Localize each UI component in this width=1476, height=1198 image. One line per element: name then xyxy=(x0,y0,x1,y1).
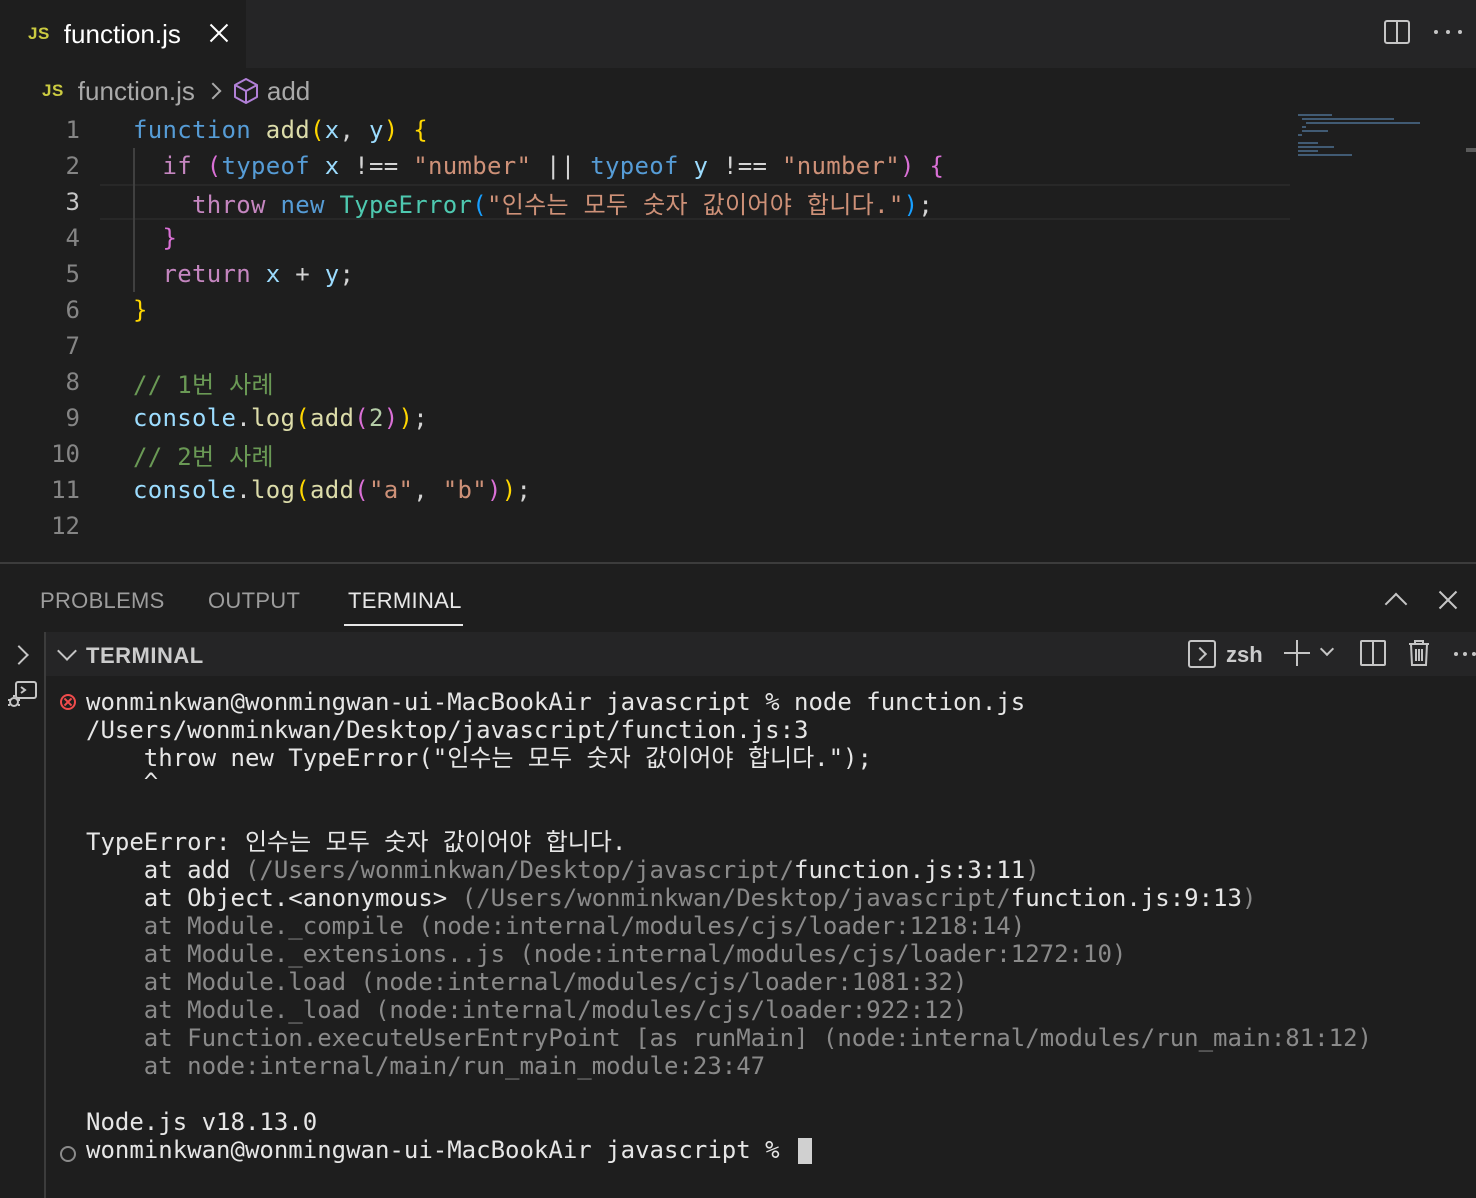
js-file-icon: JS xyxy=(42,81,64,100)
stack-frame: at Object.<anonymous> (/Users/wonminkwan… xyxy=(86,884,1257,912)
terminal-line: wonminkwan@wonmingwan-ui-MacBookAir java… xyxy=(86,688,1026,716)
more-icon[interactable] xyxy=(1454,652,1476,656)
terminal-cursor xyxy=(798,1138,813,1164)
bottom-panel: PROBLEMS OUTPUT TERMINAL TERMINAL zsh wo… xyxy=(0,562,1476,1198)
line-number: 2 xyxy=(65,152,80,180)
tab-output[interactable]: OUTPUT xyxy=(208,588,300,614)
code-text: if (typeof x !== "number" || typeof y !=… xyxy=(162,152,945,180)
code-comment: // 2번 사례 xyxy=(133,442,274,471)
chevron-right-icon[interactable] xyxy=(9,645,29,665)
line-number: 6 xyxy=(65,296,80,324)
tab-function-js[interactable]: JS function.js xyxy=(0,0,246,68)
stack-frame: at Module._extensions..js (node:internal… xyxy=(86,940,1127,968)
error-icon xyxy=(60,694,76,710)
line-number: 1 xyxy=(65,116,80,144)
code-line[interactable]: 7 xyxy=(0,328,1290,364)
code-line[interactable]: 9 console.log(add(2)); xyxy=(0,400,1290,436)
code-line-active[interactable]: 3 throw new TypeError("인수는 모두 숫자 값이어야 합니… xyxy=(0,184,1290,220)
trash-icon[interactable] xyxy=(1406,638,1432,668)
line-number: 7 xyxy=(65,332,80,360)
code-line[interactable]: 4 } xyxy=(0,220,1290,256)
line-number: 10 xyxy=(51,440,80,468)
line-number: 11 xyxy=(51,476,80,504)
code-line[interactable]: 8 // 1번 사례 xyxy=(0,364,1290,400)
breadcrumb-symbol[interactable]: add xyxy=(267,76,310,107)
terminal-header: TERMINAL zsh xyxy=(46,632,1476,676)
code-text: } xyxy=(162,224,178,252)
chevron-down-icon[interactable] xyxy=(57,641,77,661)
debug-console-icon[interactable] xyxy=(6,678,38,710)
code-line[interactable]: 6 } xyxy=(0,292,1290,328)
code-line[interactable]: 2 if (typeof x !== "number" || typeof y … xyxy=(0,148,1290,184)
code-line[interactable]: 5 return x + y; xyxy=(0,256,1290,292)
terminal-prompt[interactable]: wonminkwan@wonmingwan-ui-MacBookAir java… xyxy=(86,1136,813,1164)
code-text: console.log(add(2)); xyxy=(133,404,428,432)
terminal-line: TypeError: 인수는 모두 숫자 값이어야 합니다. xyxy=(86,828,627,856)
terminal-output[interactable]: wonminkwan@wonmingwan-ui-MacBookAir java… xyxy=(46,688,1476,1198)
plus-icon[interactable] xyxy=(1284,640,1310,666)
code-text: function add(x, y) { xyxy=(133,116,428,144)
shell-name[interactable]: zsh xyxy=(1226,642,1263,668)
terminal-title: TERMINAL xyxy=(86,643,204,668)
close-icon[interactable] xyxy=(1436,588,1460,612)
split-editor-icon[interactable] xyxy=(1384,20,1410,44)
split-terminal-icon[interactable] xyxy=(1360,640,1386,666)
chevron-up-icon[interactable] xyxy=(1384,592,1408,616)
code-text: return x + y; xyxy=(162,260,355,288)
editor-tab-bar: JS function.js xyxy=(0,0,1476,68)
status-circle-icon xyxy=(60,1146,76,1162)
minimap[interactable] xyxy=(1298,112,1438,172)
line-number: 5 xyxy=(65,260,80,288)
active-tab-indicator xyxy=(344,624,463,626)
line-number: 8 xyxy=(65,368,80,396)
terminal-line: /Users/wonminkwan/Desktop/javascript/fun… xyxy=(86,716,809,744)
code-text: throw new TypeError("인수는 모두 숫자 값이어야 합니다.… xyxy=(192,190,934,219)
code-line[interactable]: 12 xyxy=(0,508,1290,544)
stack-frame: at Module.load (node:internal/modules/cj… xyxy=(86,968,968,996)
symbol-method-icon xyxy=(233,78,258,104)
code-text: console.log(add("a", "b")); xyxy=(133,476,532,504)
code-comment: // 1번 사례 xyxy=(133,370,274,399)
breadcrumb: JS function.js add xyxy=(0,68,1476,114)
scrollbar-marker xyxy=(1466,148,1476,152)
js-file-icon: JS xyxy=(28,24,50,43)
stack-frame: at add (/Users/wonminkwan/Desktop/javasc… xyxy=(86,856,1040,884)
chevron-down-icon[interactable] xyxy=(1319,641,1335,657)
code-line[interactable]: 11 console.log(add("a", "b")); xyxy=(0,472,1290,508)
line-number: 4 xyxy=(65,224,80,252)
stack-frame: at Module._load (node:internal/modules/c… xyxy=(86,996,968,1024)
code-text: } xyxy=(133,296,148,324)
chevron-right-icon xyxy=(204,82,222,100)
terminal-shell-icon[interactable] xyxy=(1188,640,1216,668)
terminal-line: Node.js v18.13.0 xyxy=(86,1108,318,1136)
line-number: 12 xyxy=(51,512,80,540)
terminal-line: ^ xyxy=(86,768,159,796)
line-number: 9 xyxy=(65,404,80,432)
code-editor[interactable]: 1 function add(x, y) { 2 if (typeof x !=… xyxy=(0,112,1476,562)
terminal-line: throw new TypeError("인수는 모두 숫자 값이어야 합니다.… xyxy=(86,744,872,772)
tab-title: function.js xyxy=(63,18,181,49)
terminal-sidebar xyxy=(0,632,46,1198)
close-icon[interactable] xyxy=(206,20,232,46)
breadcrumb-file[interactable]: function.js xyxy=(78,76,195,107)
stack-frame: at node:internal/main/run_main_module:23… xyxy=(86,1052,766,1080)
line-number: 3 xyxy=(65,188,80,216)
code-line[interactable]: 1 function add(x, y) { xyxy=(0,112,1290,148)
stack-frame: at Function.executeUserEntryPoint [as ru… xyxy=(86,1024,1372,1052)
tab-problems[interactable]: PROBLEMS xyxy=(40,588,165,614)
tab-terminal[interactable]: TERMINAL xyxy=(348,588,462,614)
panel-tab-bar: PROBLEMS OUTPUT TERMINAL xyxy=(0,564,1476,632)
more-icon[interactable] xyxy=(1434,30,1462,36)
stack-frame: at Module._compile (node:internal/module… xyxy=(86,912,1026,940)
code-line[interactable]: 10 // 2번 사례 xyxy=(0,436,1290,472)
